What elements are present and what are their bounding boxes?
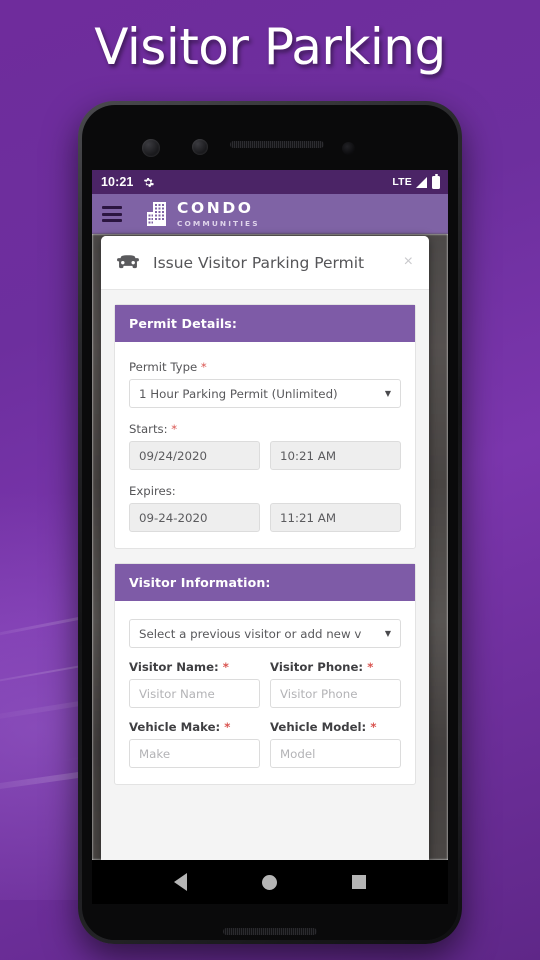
status-bar-time: 10:21 bbox=[101, 175, 134, 189]
expires-time-input: 11:21 AM bbox=[270, 503, 401, 532]
visitor-name-label-text: Visitor Name: bbox=[129, 660, 219, 674]
vehicle-make-model-row: Vehicle Make: * Make Vehicle Model: * Mo… bbox=[129, 720, 401, 768]
phone-device: 10:21 LTE CONDO COMMUNITIES Issue Visito… bbox=[78, 101, 462, 944]
starts-row: 09/24/2020 10:21 AM bbox=[129, 441, 401, 470]
hamburger-menu-icon[interactable] bbox=[102, 206, 122, 222]
status-bar: 10:21 LTE bbox=[92, 170, 448, 194]
vehicle-make-input[interactable]: Make bbox=[129, 739, 260, 768]
permit-type-select[interactable]: 1 Hour Parking Permit (Unlimited) ▼ bbox=[129, 379, 401, 408]
chevron-down-icon: ▼ bbox=[384, 629, 391, 638]
vehicle-model-label: Vehicle Model: * bbox=[270, 720, 401, 734]
visitor-information-heading: Visitor Information: bbox=[115, 564, 415, 601]
phone-bottom-bezel bbox=[92, 904, 448, 940]
required-marker: * bbox=[367, 660, 374, 674]
required-marker: * bbox=[171, 422, 178, 436]
vehicle-model-label-text: Vehicle Model: bbox=[270, 720, 367, 734]
android-nav-bar bbox=[92, 860, 448, 904]
phone-top-bezel bbox=[92, 117, 448, 170]
visitor-phone-input[interactable]: Visitor Phone bbox=[270, 679, 401, 708]
home-circle-icon[interactable] bbox=[261, 874, 277, 890]
modal-header: Issue Visitor Parking Permit × bbox=[101, 236, 429, 290]
chevron-down-icon: ▼ bbox=[384, 389, 391, 398]
phone-inner-bezel: 10:21 LTE CONDO COMMUNITIES Issue Visito… bbox=[82, 105, 458, 940]
permit-details-body: Permit Type * 1 Hour Parking Permit (Unl… bbox=[115, 342, 415, 548]
modal-body: Permit Details: Permit Type * 1 Hour Par… bbox=[101, 290, 429, 860]
permit-details-heading: Permit Details: bbox=[115, 305, 415, 342]
visitor-information-card: Visitor Information: Select a previous v… bbox=[114, 563, 416, 785]
permit-details-card: Permit Details: Permit Type * 1 Hour Par… bbox=[114, 304, 416, 549]
permit-type-label-text: Permit Type bbox=[129, 360, 198, 374]
expires-row: 09-24-2020 11:21 AM bbox=[129, 503, 401, 532]
recents-square-icon[interactable] bbox=[352, 875, 367, 889]
vehicle-make-label: Vehicle Make: * bbox=[129, 720, 260, 734]
vehicle-model-input[interactable]: Model bbox=[270, 739, 401, 768]
modal-title: Issue Visitor Parking Permit bbox=[153, 253, 365, 272]
signal-triangle-icon bbox=[416, 176, 427, 188]
expires-date-input: 09-24-2020 bbox=[129, 503, 260, 532]
network-type-label: LTE bbox=[392, 176, 412, 188]
bottom-speaker-grille bbox=[223, 928, 317, 935]
required-marker: * bbox=[224, 720, 231, 734]
vehicle-make-label-text: Vehicle Make: bbox=[129, 720, 221, 734]
brand-name: CONDO bbox=[177, 199, 254, 218]
poster-title: Visitor Parking bbox=[94, 18, 446, 76]
permit-type-label: Permit Type * bbox=[129, 360, 401, 374]
gear-icon bbox=[144, 177, 155, 187]
issue-permit-modal: Issue Visitor Parking Permit × Permit De… bbox=[101, 236, 429, 860]
visitor-name-phone-row: Visitor Name: * Visitor Name Visitor Pho… bbox=[129, 660, 401, 708]
status-bar-indicators: LTE bbox=[392, 173, 440, 189]
phone-screen: 10:21 LTE CONDO COMMUNITIES Issue Visito… bbox=[92, 170, 448, 860]
visitor-phone-label-text: Visitor Phone: bbox=[270, 660, 364, 674]
brand-tagline: COMMUNITIES bbox=[177, 218, 260, 228]
brand-logo[interactable]: CONDO COMMUNITIES bbox=[146, 201, 260, 227]
light-sensor-icon bbox=[192, 139, 208, 155]
starts-time-input[interactable]: 10:21 AM bbox=[270, 441, 401, 470]
car-front-icon bbox=[117, 254, 139, 268]
starts-date-input[interactable]: 09/24/2020 bbox=[129, 441, 260, 470]
visitor-phone-label: Visitor Phone: * bbox=[270, 660, 401, 674]
condo-building-logo-icon bbox=[147, 202, 166, 226]
required-marker: * bbox=[370, 720, 377, 734]
expires-label: Expires: bbox=[129, 484, 176, 498]
visitor-information-body: Select a previous visitor or add new v ▼… bbox=[115, 601, 415, 784]
app-bar: CONDO COMMUNITIES bbox=[92, 194, 448, 234]
starts-label-text: Starts: bbox=[129, 422, 168, 436]
close-icon[interactable]: × bbox=[396, 250, 417, 276]
starts-label: Starts: * bbox=[129, 422, 401, 436]
back-triangle-icon[interactable] bbox=[173, 873, 187, 891]
visitor-name-label: Visitor Name: * bbox=[129, 660, 260, 674]
required-marker: * bbox=[222, 660, 229, 674]
earpiece-speaker-grille bbox=[230, 141, 324, 148]
required-marker: * bbox=[200, 360, 207, 374]
poster-background: Visitor Parking 10:21 LTE CONDO COMMUNIT… bbox=[0, 0, 540, 960]
previous-visitor-select[interactable]: Select a previous visitor or add new v ▼ bbox=[129, 619, 401, 648]
permit-type-value: 1 Hour Parking Permit (Unlimited) bbox=[139, 386, 338, 401]
front-camera-icon bbox=[342, 142, 355, 155]
proximity-sensor-icon bbox=[142, 139, 160, 157]
previous-visitor-value: Select a previous visitor or add new v bbox=[139, 626, 362, 641]
visitor-name-input[interactable]: Visitor Name bbox=[129, 679, 260, 708]
battery-full-icon bbox=[432, 173, 440, 189]
